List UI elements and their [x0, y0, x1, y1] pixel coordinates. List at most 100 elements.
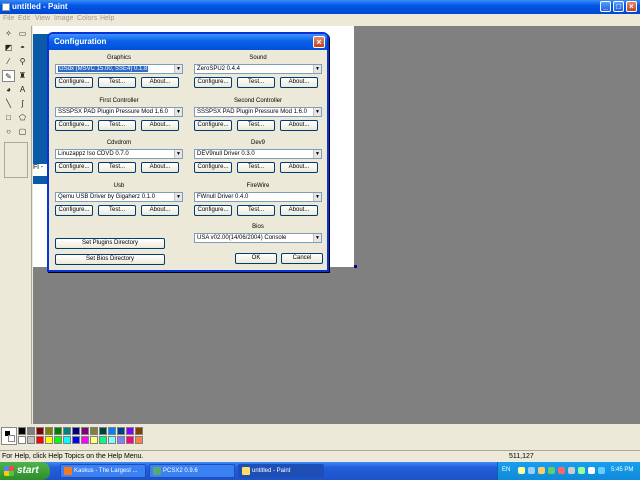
tray-icon[interactable]: [568, 467, 575, 474]
sound-test-button[interactable]: Test...: [237, 77, 275, 88]
menu-file[interactable]: File: [3, 15, 14, 22]
color-swatch[interactable]: [27, 427, 35, 435]
menu-view[interactable]: View: [35, 15, 50, 22]
color-swatch[interactable]: [27, 436, 35, 444]
magnifier-icon[interactable]: ⚲: [16, 56, 29, 68]
dialog-close-icon[interactable]: ×: [313, 36, 325, 48]
second-controller-configure-button[interactable]: Configure...: [194, 120, 232, 131]
dev9-about-button[interactable]: About...: [280, 162, 318, 173]
color-swatch[interactable]: [72, 436, 80, 444]
color-swatch[interactable]: [90, 436, 98, 444]
sound-configure-button[interactable]: Configure...: [194, 77, 232, 88]
graphics-configure-button[interactable]: Configure...: [55, 77, 93, 88]
task-kaskus[interactable]: Kaskus - The Largest ...: [60, 464, 146, 478]
color-swatch[interactable]: [81, 436, 89, 444]
maximize-button[interactable]: □: [613, 1, 624, 12]
tray-icon[interactable]: [528, 467, 535, 474]
color-swatch[interactable]: [81, 427, 89, 435]
usb-select[interactable]: Qemu USB Driver by Gigaherz 0.1.0 ▼: [55, 192, 183, 202]
second-controller-test-button[interactable]: Test...: [237, 120, 275, 131]
language-indicator[interactable]: EN: [502, 467, 510, 473]
color-swatch[interactable]: [126, 436, 134, 444]
ellipse-icon[interactable]: ○: [2, 126, 15, 138]
dev9-test-button[interactable]: Test...: [237, 162, 275, 173]
fill-icon[interactable]: ◓: [16, 42, 29, 54]
cdvdrom-about-button[interactable]: About...: [141, 162, 179, 173]
rectangle-icon[interactable]: □: [2, 112, 15, 124]
firewire-about-button[interactable]: About...: [280, 205, 318, 216]
canvas-resize-handle[interactable]: [354, 265, 357, 268]
dev9-select[interactable]: DEV9null Driver 0.3.0 ▼: [194, 149, 322, 159]
set-plugins-directory-button[interactable]: Set Plugins Directory: [55, 238, 165, 249]
color-swatch[interactable]: [18, 427, 26, 435]
usb-configure-button[interactable]: Configure...: [55, 205, 93, 216]
line-icon[interactable]: ╲: [2, 98, 15, 110]
tray-icon[interactable]: [538, 467, 545, 474]
color-swatch[interactable]: [63, 436, 71, 444]
graphics-test-button[interactable]: Test...: [98, 77, 136, 88]
select-icon[interactable]: ▭: [16, 28, 29, 40]
close-button[interactable]: ×: [626, 1, 637, 12]
airbrush-icon[interactable]: ◕: [2, 84, 15, 96]
color-picker-icon[interactable]: ⁄: [2, 56, 15, 68]
sound-about-button[interactable]: About...: [280, 77, 318, 88]
minimize-button[interactable]: _: [600, 1, 611, 12]
polygon-icon[interactable]: ⬠: [16, 112, 29, 124]
color-swatch[interactable]: [108, 436, 116, 444]
start-button[interactable]: start: [0, 462, 50, 480]
tray-icon[interactable]: [548, 467, 555, 474]
task-paint[interactable]: untitled - Paint: [238, 464, 324, 478]
free-select-icon[interactable]: ✧: [2, 28, 15, 40]
color-swatch[interactable]: [36, 427, 44, 435]
color-swatch[interactable]: [45, 436, 53, 444]
network-icon[interactable]: [598, 467, 605, 474]
menu-help[interactable]: Help: [100, 15, 114, 22]
eraser-icon[interactable]: ◩: [2, 42, 15, 54]
color-swatch[interactable]: [135, 427, 143, 435]
rounded-rectangle-icon[interactable]: ▢: [16, 126, 29, 138]
tray-icon[interactable]: [518, 467, 525, 474]
cancel-button[interactable]: Cancel: [281, 253, 323, 264]
color-swatch[interactable]: [18, 436, 26, 444]
tool-options[interactable]: [4, 142, 28, 178]
cdvdrom-select[interactable]: Linuzappz Iso CDVD 0.7.0 ▼: [55, 149, 183, 159]
color-swatch[interactable]: [135, 436, 143, 444]
dev9-configure-button[interactable]: Configure...: [194, 162, 232, 173]
set-bios-directory-button[interactable]: Set Bios Directory: [55, 254, 165, 265]
color-swatch[interactable]: [117, 427, 125, 435]
graphics-select[interactable]: GSdx (MSVC 15.00, SSE4) 0.1.8 ▼: [55, 64, 183, 74]
color-swatch[interactable]: [108, 427, 116, 435]
pencil-icon[interactable]: ✎: [2, 70, 15, 82]
first-controller-test-button[interactable]: Test...: [98, 120, 136, 131]
color-swatch[interactable]: [54, 436, 62, 444]
sound-select[interactable]: ZeroSPU2 0.4.4 ▼: [194, 64, 322, 74]
menu-image[interactable]: Image: [54, 15, 73, 22]
color-swatch[interactable]: [126, 427, 134, 435]
color-swatch[interactable]: [117, 436, 125, 444]
firewire-configure-button[interactable]: Configure...: [194, 205, 232, 216]
dialog-titlebar[interactable]: Configuration ×: [49, 34, 327, 50]
cdvdrom-test-button[interactable]: Test...: [98, 162, 136, 173]
tray-icon[interactable]: [558, 467, 565, 474]
first-controller-configure-button[interactable]: Configure...: [55, 120, 93, 131]
color-swatch[interactable]: [54, 427, 62, 435]
volume-icon[interactable]: [588, 467, 595, 474]
usb-test-button[interactable]: Test...: [98, 205, 136, 216]
color-swatch[interactable]: [36, 436, 44, 444]
color-swatch[interactable]: [63, 427, 71, 435]
second-controller-about-button[interactable]: About...: [280, 120, 318, 131]
usb-about-button[interactable]: About...: [141, 205, 179, 216]
color-swatch[interactable]: [99, 427, 107, 435]
firewire-test-button[interactable]: Test...: [237, 205, 275, 216]
paint-titlebar[interactable]: untitled - Paint _ □ ×: [0, 0, 640, 14]
menu-colors[interactable]: Colors: [77, 15, 97, 22]
task-pcsx2[interactable]: PCSX2 0.9.6: [149, 464, 235, 478]
text-icon[interactable]: A: [16, 84, 29, 96]
firewire-select[interactable]: FWnull Driver 0.4.0 ▼: [194, 192, 322, 202]
ok-button[interactable]: OK: [235, 253, 277, 264]
curve-icon[interactable]: ∫: [16, 98, 29, 110]
color-swatch[interactable]: [72, 427, 80, 435]
first-controller-about-button[interactable]: About...: [141, 120, 179, 131]
cdvdrom-configure-button[interactable]: Configure...: [55, 162, 93, 173]
first-controller-select[interactable]: SSSPSX PAD Plugin Pressure Mod 1.6.0 ▼: [55, 107, 183, 117]
